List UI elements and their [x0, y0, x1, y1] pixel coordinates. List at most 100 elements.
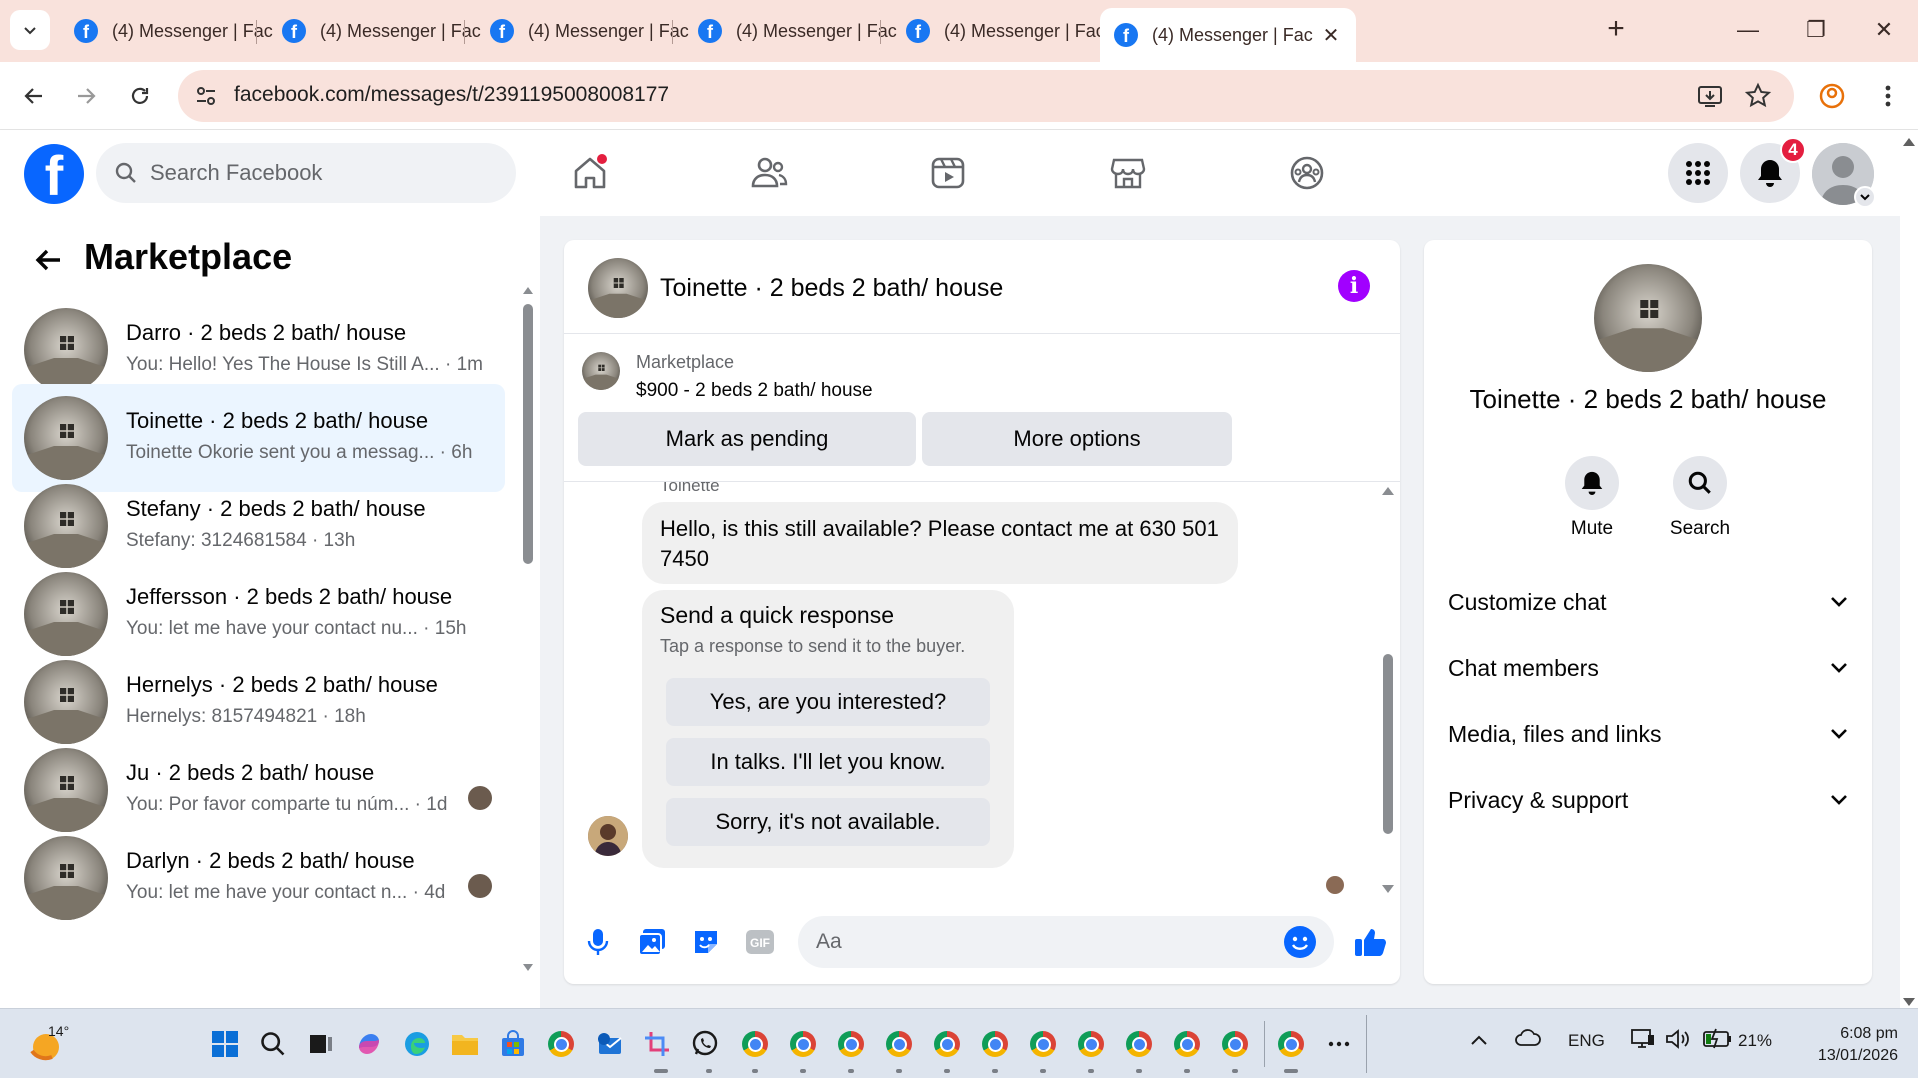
chrome-window-button[interactable] — [786, 1027, 820, 1061]
privacy-support-section[interactable]: Privacy & support — [1448, 780, 1848, 820]
file-explorer-button[interactable] — [448, 1027, 482, 1061]
tab-search-button[interactable] — [10, 10, 50, 50]
chrome-window-button[interactable] — [978, 1027, 1012, 1061]
conversation-list-scrollbar[interactable] — [522, 284, 534, 974]
system-clock[interactable]: 6:08 pm 13/01/2026 — [1788, 1023, 1898, 1067]
search-action[interactable]: Search — [1660, 456, 1740, 540]
emoji-icon[interactable] — [1284, 926, 1316, 958]
customize-chat-section[interactable]: Customize chat — [1448, 582, 1848, 622]
scroll-down-icon[interactable] — [1380, 882, 1396, 896]
reload-button[interactable] — [120, 76, 160, 116]
quick-reply-button[interactable]: Sorry, it's not available. — [666, 798, 990, 846]
notifications-button[interactable]: 4 — [1740, 137, 1806, 203]
minimize-button[interactable]: — — [1730, 12, 1766, 48]
attach-media-button[interactable] — [632, 922, 672, 962]
battery-button[interactable] — [1702, 1027, 1734, 1054]
search-in-conversation-button[interactable] — [1673, 456, 1727, 510]
show-hidden-icons-button[interactable] — [1470, 1031, 1488, 1051]
scroll-up-icon[interactable] — [522, 284, 534, 296]
quick-reply-button[interactable]: In talks. I'll let you know. — [666, 738, 990, 786]
chat-title[interactable]: Toinette · 2 beds 2 bath/ house — [660, 274, 1003, 303]
groups-icon — [1290, 156, 1324, 190]
outlook-button[interactable] — [592, 1027, 626, 1061]
marketplace-nav-button[interactable] — [1103, 148, 1153, 198]
listing-thumbnail[interactable] — [582, 352, 620, 390]
new-tab-button[interactable]: + — [1598, 12, 1634, 48]
language-indicator[interactable]: ENG — [1568, 1031, 1605, 1051]
task-view-button[interactable] — [304, 1027, 338, 1061]
chrome-window-button[interactable] — [834, 1027, 868, 1061]
quick-reply-button[interactable]: Yes, are you interested? — [666, 678, 990, 726]
restore-button[interactable]: ❐ — [1798, 12, 1834, 48]
network-button[interactable] — [1630, 1027, 1656, 1056]
sender-avatar[interactable] — [588, 816, 628, 856]
conversation-row[interactable]: Darlyn · 2 beds 2 bath/ house You: let me… — [12, 824, 505, 932]
bookmark-star-icon[interactable] — [1744, 82, 1772, 110]
forward-button[interactable] — [66, 76, 106, 116]
send-like-button[interactable] — [1350, 922, 1390, 962]
chrome-window-button[interactable] — [930, 1027, 964, 1061]
close-tab-icon[interactable]: ✕ — [1320, 23, 1342, 48]
edge-button[interactable] — [400, 1027, 434, 1061]
voice-clip-button[interactable] — [578, 922, 618, 962]
chrome-window-button[interactable] — [738, 1027, 772, 1061]
mute-button[interactable] — [1565, 456, 1619, 510]
snipping-tool-button[interactable] — [640, 1027, 674, 1061]
taskbar-search-button[interactable] — [256, 1027, 290, 1061]
scrollbar-thumb[interactable] — [1383, 654, 1393, 834]
scroll-up-icon[interactable] — [1380, 484, 1396, 498]
back-button[interactable] — [14, 76, 54, 116]
scroll-down-icon[interactable] — [522, 962, 534, 974]
whatsapp-button[interactable] — [688, 1027, 722, 1061]
close-window-button[interactable]: ✕ — [1866, 12, 1902, 48]
message-bubble[interactable]: Hello, is this still available? Please c… — [642, 502, 1238, 584]
sticker-button[interactable] — [686, 922, 726, 962]
message-input[interactable]: Aa — [798, 916, 1334, 968]
account-menu-caret[interactable] — [1854, 186, 1876, 208]
chat-avatar[interactable] — [588, 258, 648, 318]
friends-nav-button[interactable] — [744, 148, 794, 198]
start-button[interactable] — [208, 1027, 242, 1061]
copilot-button[interactable] — [352, 1027, 386, 1061]
message-input-placeholder: Aa — [816, 930, 842, 953]
chrome-window-button[interactable] — [1074, 1027, 1108, 1061]
conversation-info-button[interactable]: i — [1338, 270, 1370, 302]
chrome-window-button[interactable] — [1218, 1027, 1252, 1061]
taskbar-overflow-button[interactable] — [1322, 1027, 1356, 1061]
chrome-window-button[interactable] — [1122, 1027, 1156, 1061]
gif-button[interactable]: GIF — [740, 922, 780, 962]
groups-nav-button[interactable] — [1282, 148, 1332, 198]
volume-button[interactable] — [1664, 1027, 1690, 1056]
site-settings-icon[interactable] — [194, 84, 218, 108]
store-button[interactable] — [496, 1027, 530, 1061]
scroll-down-icon[interactable] — [1902, 996, 1916, 1008]
page-scrollbar[interactable] — [1900, 130, 1918, 1008]
scrollbar-thumb[interactable] — [523, 304, 533, 564]
install-app-icon[interactable] — [1696, 82, 1724, 110]
chrome-window-button[interactable] — [1026, 1027, 1060, 1061]
info-avatar[interactable] — [1594, 264, 1702, 372]
browser-tab-active[interactable]: f (4) Messenger | Fac ✕ — [1100, 8, 1356, 62]
chrome-window-button[interactable] — [882, 1027, 916, 1061]
home-nav-button[interactable] — [565, 148, 615, 198]
facebook-logo-icon[interactable]: f — [24, 144, 84, 204]
media-files-links-section[interactable]: Media, files and links — [1448, 714, 1848, 754]
mark-as-pending-button[interactable]: Mark as pending — [578, 412, 916, 466]
facebook-search-input[interactable]: Search Facebook — [96, 143, 516, 203]
chat-members-section[interactable]: Chat members — [1448, 648, 1848, 688]
address-bar[interactable]: facebook.com/messages/t/2391195008008177 — [178, 70, 1794, 122]
thread-scrollbar[interactable] — [1380, 484, 1396, 896]
menu-button[interactable] — [1668, 143, 1728, 203]
back-arrow-icon[interactable] — [30, 242, 66, 278]
chrome-window-button-active[interactable] — [1274, 1027, 1308, 1061]
listing-price[interactable]: $900 - 2 beds 2 bath/ house — [636, 380, 873, 402]
mute-action[interactable]: Mute — [1552, 456, 1632, 540]
chrome-app-button[interactable] — [544, 1027, 578, 1061]
chrome-window-button[interactable] — [1170, 1027, 1204, 1061]
scroll-up-icon[interactable] — [1902, 136, 1916, 148]
browser-menu-button[interactable] — [1868, 76, 1908, 116]
onedrive-button[interactable] — [1514, 1027, 1542, 1052]
video-nav-button[interactable] — [923, 148, 973, 198]
more-options-button[interactable]: More options — [922, 412, 1232, 466]
profile-extension-button[interactable] — [1812, 76, 1852, 116]
